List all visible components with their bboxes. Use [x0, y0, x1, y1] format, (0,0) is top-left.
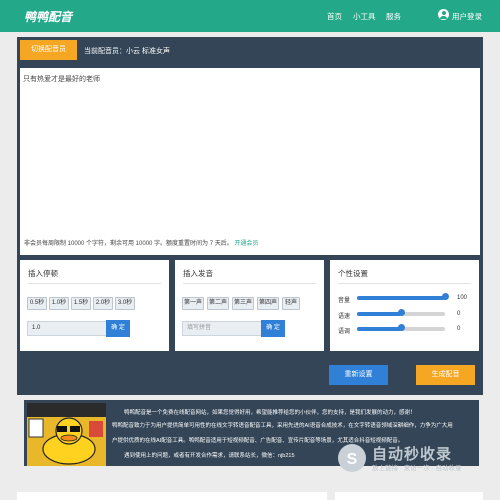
about-line-4: 遇到使用上的问题，或者有开发合作需求，请联系站长，微信：njb215 [124, 453, 295, 459]
insert-pronounce-title: 插入发音 [183, 269, 213, 278]
volume-value: 100 [457, 295, 468, 301]
pause-chip-1.0[interactable]: 1.0秒 [49, 297, 69, 310]
watermark-subtitle: 放上链接 · 来访一次 · 自动收录 [372, 465, 462, 472]
pause-confirm-button[interactable]: 确 定 [106, 320, 130, 337]
pitch-label: 语调 [338, 329, 351, 335]
svg-text:S: S [347, 451, 358, 468]
divider [183, 283, 316, 284]
pause-duration-input[interactable]: 1.0 [27, 321, 107, 336]
bottom-card-left [17, 492, 327, 500]
volume-slider[interactable] [357, 293, 449, 300]
about-line-2: 鸭鸭配音致力于为用户提供简单可用性的在线文字转语音配音工具，采用先进的AI语音合… [112, 423, 453, 429]
login-link[interactable]: 用户登录 [452, 11, 482, 22]
reset-button[interactable]: 重新设置 [329, 365, 388, 385]
nav-home-link[interactable]: 首页 [327, 11, 342, 22]
settings-title: 个性设置 [338, 269, 368, 278]
top-navbar: 鸭鸭配音 首页 小工具 服务 用户登录 [0, 0, 500, 32]
insert-pause-title: 插入停顿 [28, 269, 58, 278]
speed-label: 语速 [338, 314, 351, 320]
divider [338, 283, 471, 284]
pinyin-confirm-button[interactable]: 确 定 [261, 320, 285, 337]
nav-tools-link[interactable]: 小工具 [353, 11, 376, 22]
duck-mascot-image [27, 403, 106, 466]
pitch-value: 0 [457, 326, 461, 332]
generate-audio-button[interactable]: 生成配音 [416, 365, 475, 385]
tone-chip-2[interactable]: 第二声 [207, 297, 229, 310]
switch-voice-button[interactable]: 切换配音员 [20, 40, 77, 60]
user-icon[interactable] [438, 9, 449, 20]
personal-settings-panel: 个性设置 [330, 260, 479, 351]
pause-chip-0.5[interactable]: 0.5秒 [27, 297, 47, 310]
tone-chip-4[interactable]: 第四声 [257, 297, 279, 310]
upgrade-vip-link[interactable]: 开通会员 [234, 241, 258, 247]
slider-handle[interactable] [397, 309, 405, 316]
volume-label: 音量 [338, 298, 351, 304]
tone-chip-neutral[interactable]: 轻声 [282, 297, 300, 310]
text-input-area[interactable]: 只有热爱才是最好的老师 [20, 68, 480, 255]
current-voice-label: 当前配音员：小云 标准女声 [84, 48, 170, 55]
pause-chip-2.0[interactable]: 2.0秒 [93, 297, 113, 310]
tone-chip-3[interactable]: 第三声 [232, 297, 254, 310]
quota-notice-text: 非会员每周限制 10000 个字符，剩余可用 10000 字。额度重置时间为 7… [24, 241, 233, 247]
slider-handle[interactable] [397, 324, 405, 331]
pause-chip-3.0[interactable]: 3.0秒 [115, 297, 135, 310]
quota-notice: 非会员每周限制 10000 个字符，剩余可用 10000 字。额度重置时间为 7… [20, 235, 480, 253]
speed-value: 0 [457, 311, 461, 317]
pause-chip-1.5[interactable]: 1.5秒 [71, 297, 91, 310]
about-line-1: 鸭鸭配音是一个免费在线配音网站，如果您觉得好用，希望能推荐给您的小伙伴，您的支持… [124, 410, 416, 416]
watermark-overlay: S 自动秒收录 放上链接 · 来访一次 · 自动收录 [336, 440, 486, 480]
pitch-slider[interactable] [357, 324, 445, 331]
slider-fill [357, 312, 401, 316]
slider-fill [357, 296, 445, 300]
tone-chip-1[interactable]: 第一声 [182, 297, 204, 310]
divider [28, 283, 161, 284]
watermark-logo-icon: S [338, 444, 366, 472]
site-logo[interactable]: 鸭鸭配音 [24, 8, 72, 25]
slider-fill [357, 327, 401, 331]
nav-service-link[interactable]: 服务 [386, 11, 401, 22]
bottom-card-right [335, 492, 483, 500]
pinyin-input[interactable]: 填写拼音 [182, 321, 262, 336]
slider-handle[interactable] [441, 293, 449, 300]
speed-slider[interactable] [357, 309, 445, 316]
watermark-title: 自动秒收录 [372, 446, 453, 463]
